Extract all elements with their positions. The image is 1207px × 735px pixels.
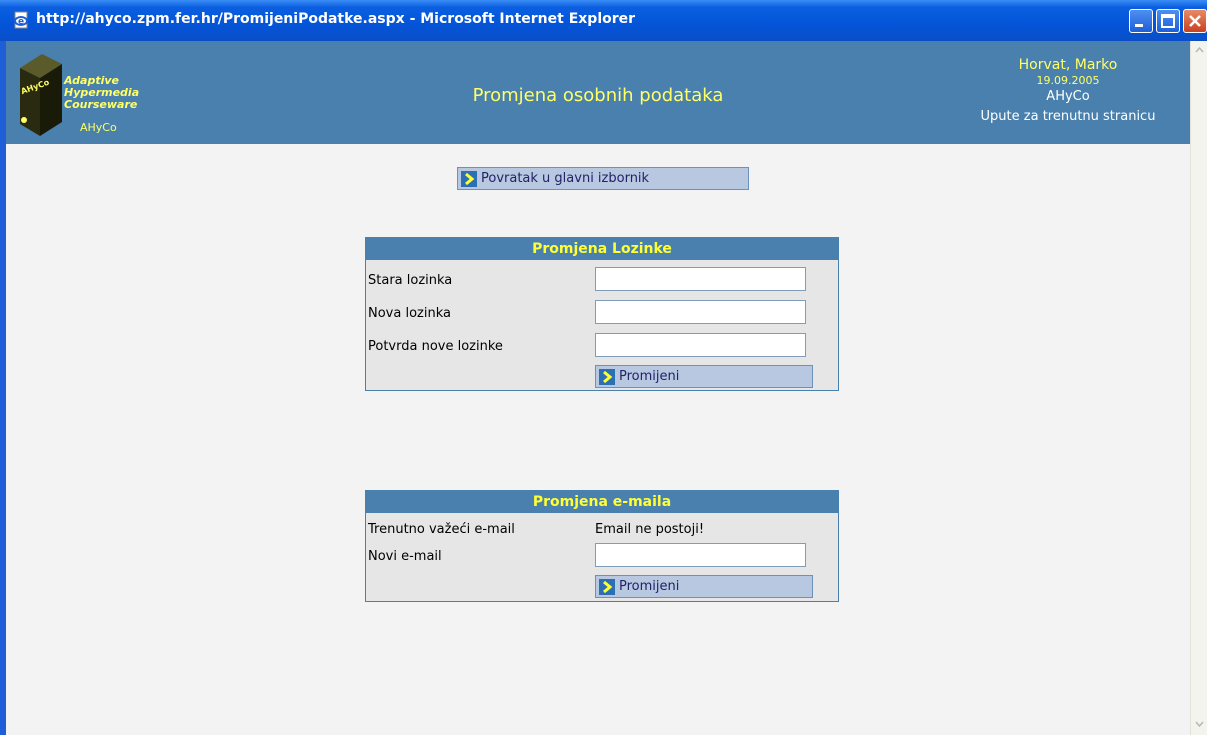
confirm-password-label: Potvrda nove lozinke [368,339,503,354]
change-email-label: Promijeni [619,579,680,594]
change-password-label: Promijeni [619,369,680,384]
new-password-input[interactable] [595,300,806,324]
new-email-label: Novi e-mail [368,549,442,564]
new-password-label: Nova lozinka [368,306,451,321]
password-panel-title: Promjena Lozinke [366,238,838,260]
back-to-main-menu-label: Povratak u glavni izbornik [481,171,650,186]
email-change-panel: Promjena e-maila Trenutno važeći e-mail … [365,490,839,602]
site-header: AHyCo Adaptive Hypermedia Courseware AHy… [6,41,1190,144]
change-password-button[interactable]: Promijeni [595,365,813,388]
logo-subtitle: AHyCo [80,121,117,134]
minimize-icon [1135,24,1143,27]
window-title-bar[interactable]: e http://ahyco.zpm.fer.hr/PromijeniPodat… [0,0,1207,42]
maximize-button[interactable] [1156,9,1180,33]
old-password-input[interactable] [595,267,806,291]
user-name: Horvat, Marko [1018,57,1118,73]
email-panel-title: Promjena e-maila [366,491,838,513]
chevron-right-icon [599,369,615,385]
app-name: AHyCo [1046,89,1090,104]
chevron-right-icon [461,171,477,187]
user-info: Horvat, Marko 19.09.2005 AHyCo Upute za … [958,57,1178,127]
current-email-value: Email ne postoji! [595,522,705,537]
window-title: http://ahyco.zpm.fer.hr/PromijeniPodatke… [36,11,636,27]
maximize-icon [1161,14,1175,28]
help-link[interactable]: Upute za trenutnu stranicu [958,107,1178,127]
minimize-button[interactable] [1129,9,1153,33]
page-content: AHyCo Adaptive Hypermedia Courseware AHy… [6,41,1190,735]
confirm-password-input[interactable] [595,333,806,357]
password-change-panel: Promjena Lozinke Stara lozinka Nova lozi… [365,237,839,391]
svg-text:e: e [18,17,24,27]
old-password-label: Stara lozinka [368,273,453,288]
current-email-label: Trenutno važeći e-mail [368,522,515,537]
close-icon [1189,15,1201,27]
chevron-right-icon [599,579,615,595]
close-button[interactable] [1183,9,1207,33]
current-date: 19.09.2005 [1036,74,1100,87]
scroll-down-icon[interactable] [1193,717,1206,730]
back-to-main-menu-button[interactable]: Povratak u glavni izbornik [457,167,749,190]
new-email-input[interactable] [595,543,806,567]
ie-page-icon: e [14,11,28,29]
vertical-scrollbar[interactable] [1190,41,1207,735]
change-email-button[interactable]: Promijeni [595,575,813,598]
scroll-up-icon[interactable] [1193,44,1206,57]
